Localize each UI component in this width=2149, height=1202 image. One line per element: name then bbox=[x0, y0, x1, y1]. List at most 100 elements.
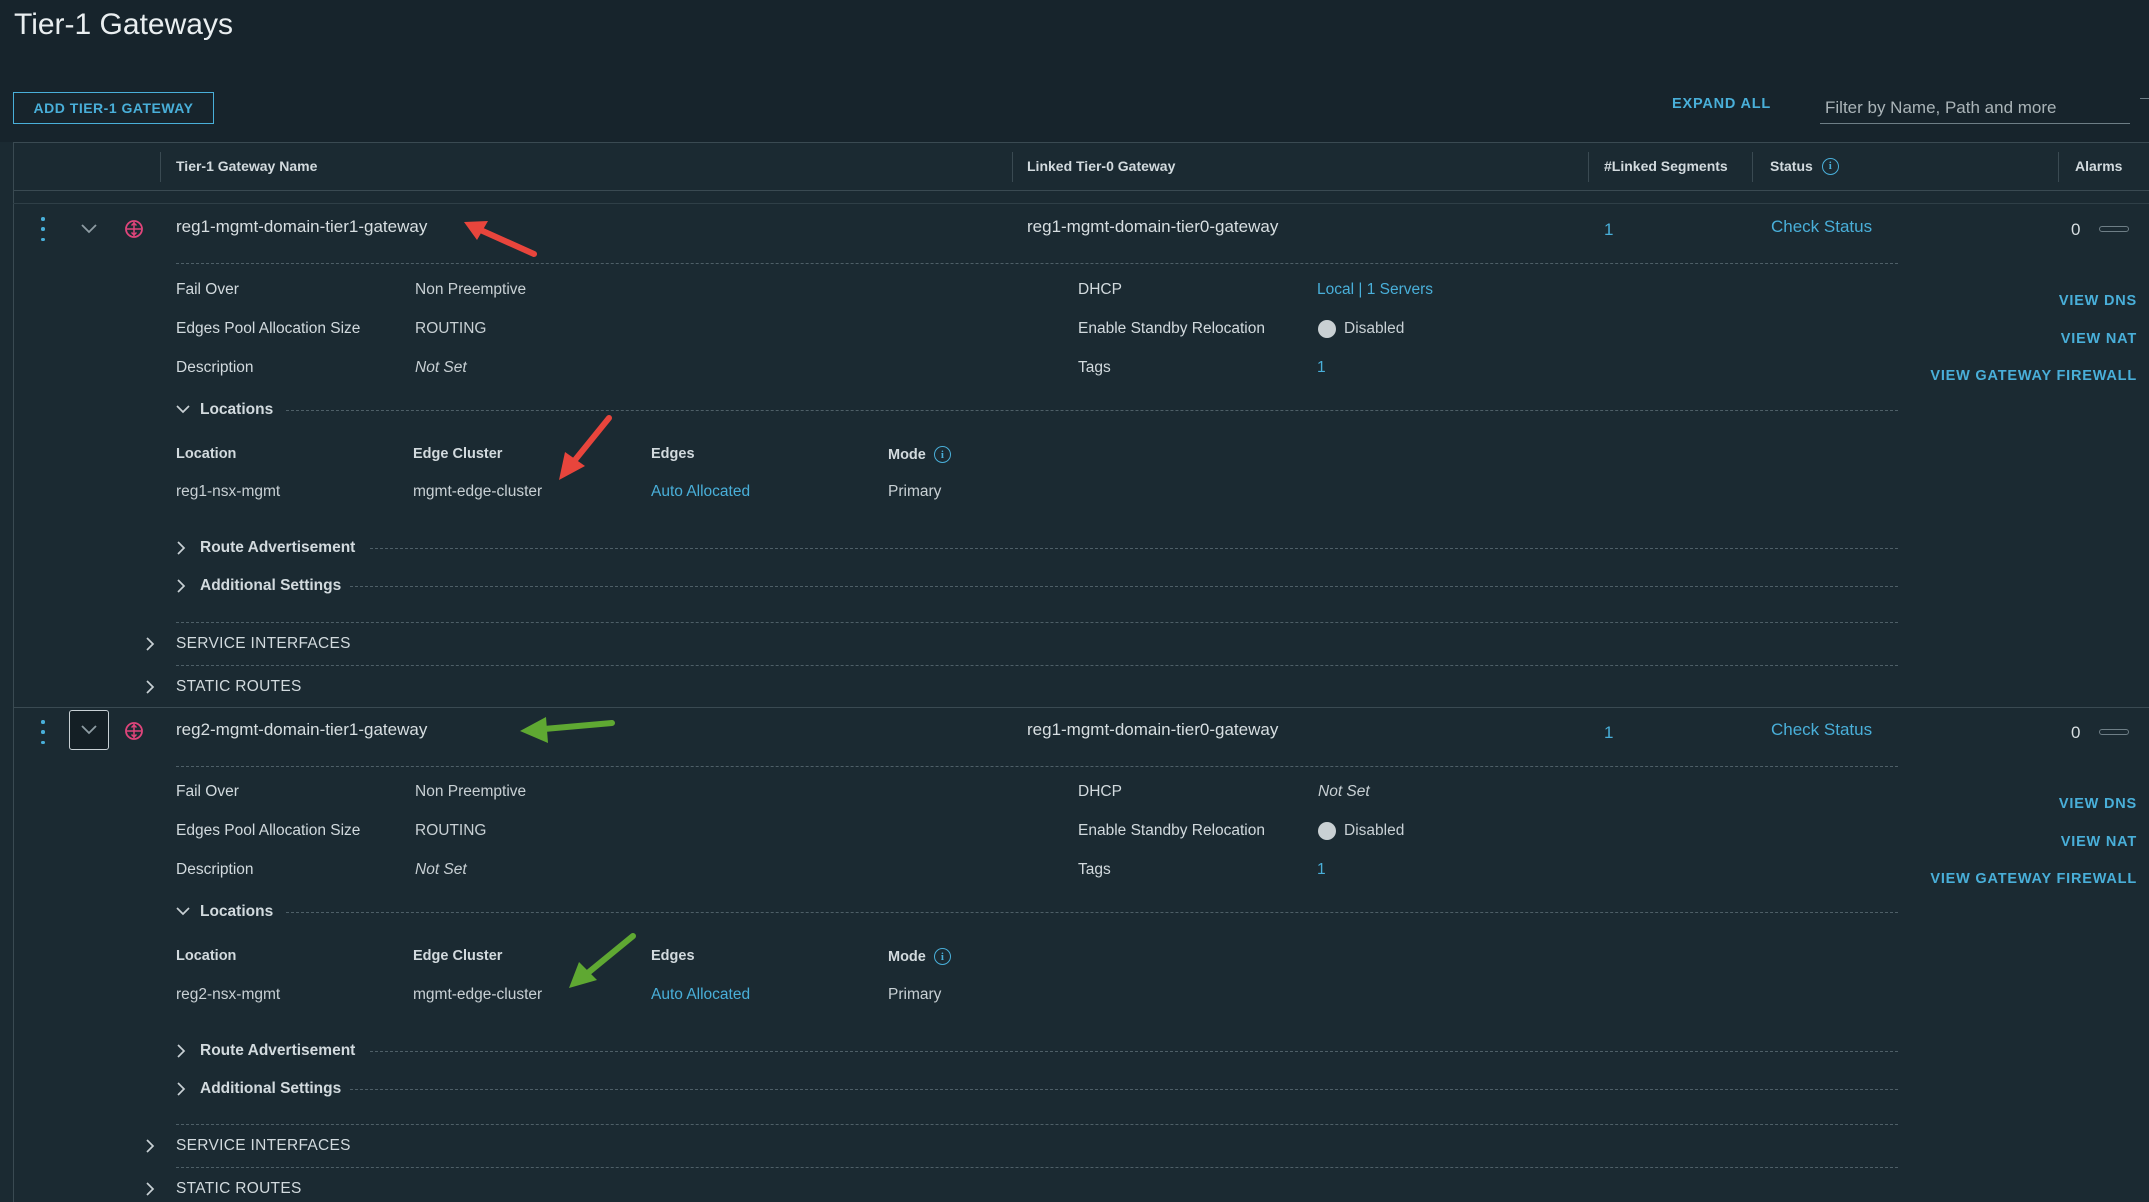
dotted-divider bbox=[350, 586, 1898, 587]
standby-relocation-toggle[interactable]: Disabled bbox=[1318, 320, 1404, 338]
dotted-divider bbox=[286, 410, 1898, 411]
dotted-divider bbox=[176, 766, 1898, 767]
view-nat-link[interactable]: VIEW NAT bbox=[2000, 331, 2137, 347]
tags-count-link[interactable]: 1 bbox=[1317, 359, 1326, 377]
check-status-link[interactable]: Check Status bbox=[1771, 217, 1872, 237]
fail-over-value: Non Preemptive bbox=[415, 281, 527, 298]
chevron-down-icon bbox=[176, 405, 190, 414]
gateway-icon bbox=[125, 722, 143, 740]
linked-segments-count[interactable]: 1 bbox=[1604, 723, 1613, 743]
chevron-right-icon bbox=[177, 1082, 186, 1096]
chevron-down-icon bbox=[81, 224, 97, 234]
col-header-status[interactable]: Status i bbox=[1770, 142, 1839, 190]
col-header-alarms[interactable]: Alarms bbox=[2075, 142, 2122, 190]
gateway-name[interactable]: reg1-mgmt-domain-tier1-gateway bbox=[176, 217, 427, 237]
check-status-link[interactable]: Check Status bbox=[1771, 720, 1872, 740]
dotted-divider bbox=[176, 263, 1898, 264]
service-interfaces-toggle[interactable]: SERVICE INTERFACES bbox=[145, 1137, 351, 1155]
route-advertisement-toggle[interactable]: Route Advertisement bbox=[176, 539, 355, 557]
static-routes-title: STATIC ROUTES bbox=[176, 1180, 302, 1197]
additional-settings-toggle[interactable]: Additional Settings bbox=[176, 1080, 341, 1098]
service-interfaces-title: SERVICE INTERFACES bbox=[176, 635, 351, 652]
static-routes-toggle[interactable]: STATIC ROUTES bbox=[145, 678, 302, 696]
column-separator bbox=[160, 152, 161, 182]
dotted-divider bbox=[176, 1124, 1898, 1125]
filter-input[interactable] bbox=[1820, 92, 2130, 123]
row-actions-menu-icon[interactable] bbox=[38, 217, 48, 241]
chevron-right-icon bbox=[146, 680, 155, 694]
view-dns-link[interactable]: VIEW DNS bbox=[2000, 293, 2137, 309]
mode-info-icon[interactable]: i bbox=[933, 446, 951, 463]
view-dns-link[interactable]: VIEW DNS bbox=[2000, 796, 2137, 812]
service-interfaces-toggle[interactable]: SERVICE INTERFACES bbox=[145, 635, 351, 653]
filter-divider bbox=[2140, 98, 2149, 99]
location-col-header: Location bbox=[176, 948, 237, 964]
location-value: reg1-nsx-mgmt bbox=[176, 483, 281, 500]
row-divider bbox=[13, 707, 2149, 708]
status-info-icon[interactable]: i bbox=[1821, 157, 1839, 175]
filter-field[interactable] bbox=[1820, 92, 2130, 124]
additional-settings-title: Additional Settings bbox=[200, 577, 342, 594]
chevron-right-icon bbox=[177, 1044, 186, 1058]
mode-col-header: Mode i bbox=[888, 446, 951, 463]
fail-over-label: Fail Over bbox=[176, 783, 239, 800]
column-separator bbox=[1012, 152, 1013, 182]
route-advertisement-toggle[interactable]: Route Advertisement bbox=[176, 1042, 355, 1060]
edges-col-header: Edges bbox=[651, 948, 695, 964]
route-advertisement-title: Route Advertisement bbox=[200, 1042, 356, 1059]
annotation-arrow-icon bbox=[569, 933, 636, 988]
row-actions-menu-icon[interactable] bbox=[38, 720, 48, 744]
location-value: reg2-nsx-mgmt bbox=[176, 986, 281, 1003]
view-gateway-firewall-link[interactable]: VIEW GATEWAY FIREWALL bbox=[1900, 871, 2137, 887]
location-col-header: Location bbox=[176, 446, 237, 462]
fail-over-label: Fail Over bbox=[176, 281, 239, 298]
column-separator bbox=[1588, 152, 1589, 182]
row-collapse-toggle[interactable] bbox=[69, 209, 109, 249]
additional-settings-toggle[interactable]: Additional Settings bbox=[176, 577, 341, 595]
standby-relocation-toggle[interactable]: Disabled bbox=[1318, 822, 1404, 840]
annotation-arrow-icon bbox=[559, 415, 612, 480]
tags-count-link[interactable]: 1 bbox=[1317, 861, 1326, 879]
mode-info-icon[interactable]: i bbox=[933, 948, 951, 965]
locations-section-toggle[interactable]: Locations bbox=[176, 903, 273, 921]
chevron-right-icon bbox=[177, 541, 186, 555]
route-advertisement-title: Route Advertisement bbox=[200, 539, 356, 556]
alarms-count: 0 bbox=[2071, 220, 2081, 239]
linked-segments-count[interactable]: 1 bbox=[1604, 220, 1613, 240]
chevron-right-icon bbox=[146, 1139, 155, 1153]
dotted-divider bbox=[350, 1089, 1898, 1090]
description-label: Description bbox=[176, 359, 254, 376]
col-header-name[interactable]: Tier-1 Gateway Name bbox=[176, 142, 317, 190]
dotted-divider bbox=[286, 912, 1898, 913]
locations-title: Locations bbox=[200, 903, 274, 920]
dotted-divider bbox=[176, 622, 1898, 623]
static-routes-toggle[interactable]: STATIC ROUTES bbox=[145, 1180, 302, 1198]
locations-title: Locations bbox=[200, 401, 274, 418]
gateway-icon bbox=[125, 220, 143, 238]
alarms-count: 0 bbox=[2071, 723, 2081, 742]
edges-value-link[interactable]: Auto Allocated bbox=[651, 986, 750, 1004]
locations-section-toggle[interactable]: Locations bbox=[176, 401, 273, 419]
view-nat-link[interactable]: VIEW NAT bbox=[2000, 834, 2137, 850]
header-divider bbox=[13, 190, 2149, 191]
edges-pool-value: ROUTING bbox=[415, 822, 487, 839]
col-header-linked-t0[interactable]: Linked Tier-0 Gateway bbox=[1027, 142, 1175, 190]
radio-icon bbox=[1318, 822, 1336, 840]
view-gateway-firewall-link[interactable]: VIEW GATEWAY FIREWALL bbox=[1900, 368, 2137, 384]
gateway-name[interactable]: reg2-mgmt-domain-tier1-gateway bbox=[176, 720, 427, 740]
edge-cluster-value: mgmt-edge-cluster bbox=[413, 986, 543, 1003]
chevron-right-icon bbox=[146, 1182, 155, 1196]
annotation-arrow-icon bbox=[520, 717, 615, 743]
dotted-divider bbox=[176, 665, 1898, 666]
dhcp-value-link[interactable]: Local | 1 Servers bbox=[1317, 281, 1433, 299]
col-header-status-label: Status bbox=[1770, 158, 1813, 174]
edges-value-link[interactable]: Auto Allocated bbox=[651, 483, 750, 501]
add-tier1-gateway-button[interactable]: ADD TIER-1 GATEWAY bbox=[13, 92, 214, 124]
mode-col-header-label: Mode bbox=[888, 948, 926, 965]
expand-all-link[interactable]: EXPAND ALL bbox=[1672, 96, 1771, 112]
col-header-linked-segments[interactable]: #Linked Segments bbox=[1604, 142, 1728, 190]
page-title: Tier-1 Gateways bbox=[14, 8, 233, 41]
standby-relocation-label: Enable Standby Relocation bbox=[1078, 822, 1265, 839]
linked-tier0-name: reg1-mgmt-domain-tier0-gateway bbox=[1027, 720, 1279, 739]
row-collapse-toggle[interactable] bbox=[69, 710, 109, 750]
